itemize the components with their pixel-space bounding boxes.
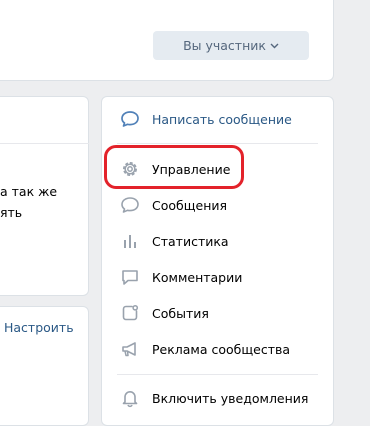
menu-item-enable-notifications[interactable]: Включить уведомления bbox=[120, 386, 308, 410]
menu-item-label: Сообщения bbox=[152, 197, 228, 213]
community-actions-card bbox=[101, 96, 334, 426]
menu-item-manage[interactable]: Управление bbox=[120, 157, 230, 181]
events-icon bbox=[120, 303, 140, 323]
menu-item-write-message[interactable]: Написать сообщение bbox=[120, 107, 292, 131]
chat-icon bbox=[120, 195, 140, 215]
menu-item-messages[interactable]: Сообщения bbox=[120, 193, 227, 217]
menu-item-label: Комментарии bbox=[152, 269, 243, 285]
snippet-text: а так же bbox=[0, 184, 58, 199]
menu-item-label: Реклама сообщества bbox=[152, 341, 291, 357]
menu-item-label: Статистика bbox=[152, 233, 229, 249]
bar-chart-icon bbox=[120, 231, 140, 251]
menu-item-label: Управление bbox=[152, 161, 231, 177]
menu-item-community-ads[interactable]: Реклама сообщества bbox=[120, 337, 290, 361]
menu-item-label: События bbox=[152, 305, 209, 321]
divider bbox=[0, 143, 89, 144]
bell-icon bbox=[120, 388, 140, 408]
menu-item-statistics[interactable]: Статистика bbox=[120, 229, 229, 253]
message-bubble-icon bbox=[120, 109, 140, 129]
membership-button[interactable]: Вы участник bbox=[153, 31, 309, 60]
divider bbox=[117, 143, 318, 144]
comment-icon bbox=[120, 267, 140, 287]
divider bbox=[117, 374, 318, 375]
gear-icon bbox=[120, 159, 140, 179]
menu-item-label: Написать сообщение bbox=[152, 111, 292, 127]
membership-button-label: Вы участник bbox=[183, 38, 266, 53]
menu-item-events[interactable]: События bbox=[120, 301, 209, 325]
megaphone-icon bbox=[120, 339, 140, 359]
snippet-text: ять bbox=[0, 205, 23, 220]
settings-link[interactable]: Настроить bbox=[4, 320, 74, 335]
menu-item-comments[interactable]: Комментарии bbox=[120, 265, 242, 289]
chevron-down-icon bbox=[270, 42, 279, 52]
menu-item-label: Включить уведомления bbox=[152, 390, 309, 406]
